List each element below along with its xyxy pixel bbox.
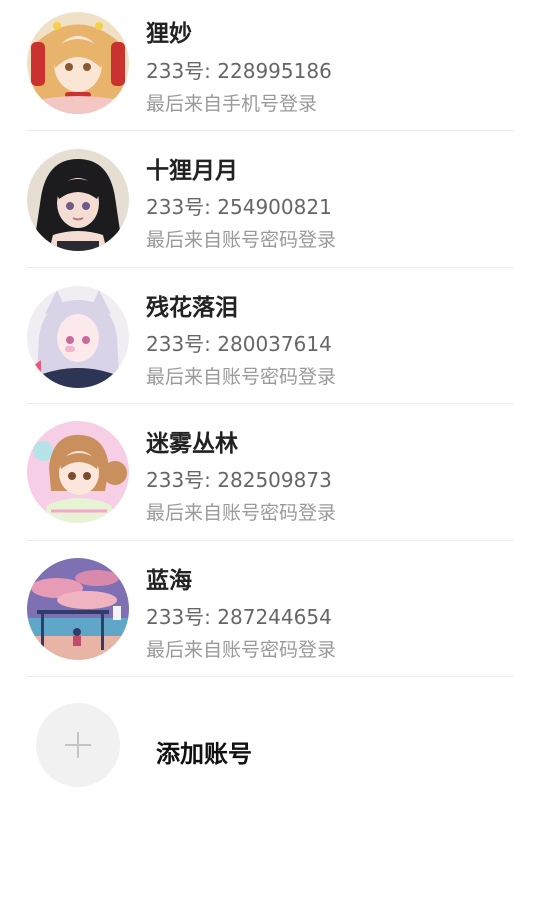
- login-source: 最后来自账号密码登录: [146, 639, 337, 661]
- account-uid: 233号: 254900821: [146, 195, 332, 219]
- account-name: 蓝海: [146, 568, 192, 594]
- login-source: 最后来自账号密码登录: [146, 502, 337, 524]
- account-item[interactable]: 狸妙 233号: 228995186 最后来自手机号登录: [27, 0, 513, 136]
- anime-girl-blonde-avatar: [27, 12, 129, 114]
- divider: [27, 403, 513, 404]
- divider: [27, 267, 513, 268]
- anime-catgirl-silver-avatar: [27, 286, 129, 388]
- account-uid: 233号: 280037614: [146, 332, 332, 356]
- account-item[interactable]: 蓝海 233号: 287244654 最后来自账号密码登录: [27, 546, 513, 682]
- divider: [27, 130, 513, 131]
- plus-icon-vertical: [77, 732, 79, 758]
- account-item[interactable]: 十狸月月 233号: 254900821 最后来自账号密码登录: [27, 136, 513, 272]
- anime-girl-pastel-avatar: [27, 421, 129, 523]
- add-account-circle[interactable]: [36, 703, 120, 787]
- divider: [27, 540, 513, 541]
- account-uid: 233号: 228995186: [146, 59, 332, 83]
- divider: [27, 676, 513, 677]
- login-source: 最后来自手机号登录: [146, 93, 318, 115]
- account-uid: 233号: 287244654: [146, 605, 332, 629]
- login-source: 最后来自账号密码登录: [146, 366, 337, 388]
- add-account-label: 添加账号: [156, 740, 252, 768]
- account-uid: 233号: 282509873: [146, 468, 332, 492]
- account-name: 迷雾丛林: [146, 431, 238, 457]
- account-name: 残花落泪: [146, 295, 238, 321]
- sunset-beach-avatar: [27, 558, 129, 660]
- account-item[interactable]: 迷雾丛林 233号: 282509873 最后来自账号密码登录: [27, 409, 513, 545]
- anime-girl-dark-hair-avatar: [27, 149, 129, 251]
- login-source: 最后来自账号密码登录: [146, 229, 337, 251]
- account-name: 十狸月月: [146, 158, 238, 184]
- account-name: 狸妙: [146, 21, 192, 47]
- account-item[interactable]: 残花落泪 233号: 280037614 最后来自账号密码登录: [27, 273, 513, 409]
- add-account-button[interactable]: 添加账号: [36, 703, 513, 789]
